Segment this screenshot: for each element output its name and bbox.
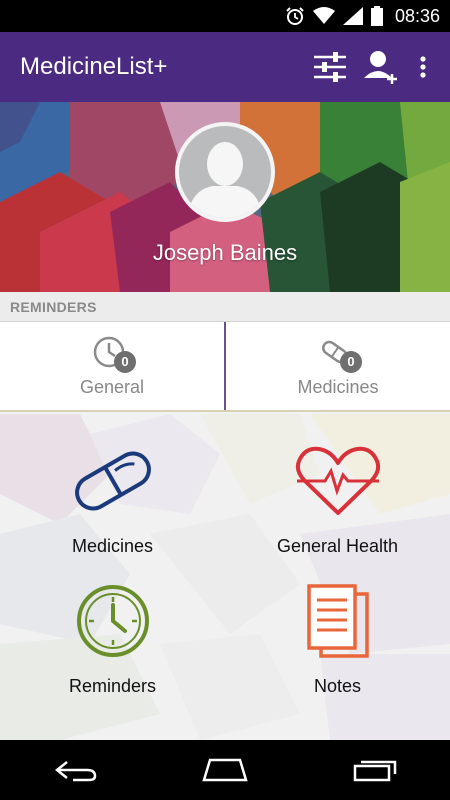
general-count-badge: 0 [114, 350, 136, 373]
notes-icon [295, 578, 381, 664]
reminders-header-label: REMINDERS [10, 298, 97, 315]
profile-banner: Joseph Baines [0, 102, 450, 292]
add-person-button[interactable] [356, 41, 408, 93]
avatar[interactable] [175, 122, 275, 222]
medicine-reminders-card[interactable]: 0 Medicines [226, 322, 450, 410]
back-button[interactable] [35, 745, 115, 795]
medicines-tile-label: Medicines [71, 536, 154, 556]
filter-settings-icon [314, 52, 346, 82]
general-reminders-card[interactable]: 0 General [0, 322, 226, 410]
clock-icon [70, 578, 156, 664]
pill-icon: 0 [318, 335, 362, 373]
status-bar: 08:36 [0, 0, 450, 32]
medicines-tile[interactable]: Medicines [0, 438, 225, 557]
reminders-section-header: REMINDERS [0, 292, 450, 322]
alarm-icon [285, 6, 305, 26]
user-name: Joseph Baines [152, 240, 298, 265]
wifi-icon [312, 7, 335, 25]
app-bar: MedicineList+ [0, 32, 450, 102]
app-actions [304, 32, 450, 102]
more-vert-icon [420, 56, 426, 78]
medicine-reminders-label: Medicines [297, 376, 379, 397]
system-nav-bar [0, 740, 450, 800]
more-options-button[interactable] [408, 41, 438, 93]
signal-icon [342, 7, 363, 25]
notes-tile[interactable]: Notes [225, 578, 450, 697]
general-reminders-label: General [79, 376, 145, 397]
home-button[interactable] [185, 745, 265, 795]
back-icon [54, 761, 97, 782]
capsule-icon [70, 438, 156, 524]
medicines-count-badge: 0 [340, 350, 362, 373]
general-health-tile[interactable]: General Health [225, 438, 450, 557]
reminders-tile-label: Reminders [68, 676, 157, 696]
filter-settings-button[interactable] [304, 41, 356, 93]
general-health-tile-label: General Health [276, 536, 399, 556]
clock-time: 08:36 [394, 5, 440, 26]
recent-apps-icon [353, 760, 397, 782]
reminder-cards: 0 General 0 Medicines [0, 322, 450, 412]
clock-icon: 0 [92, 335, 136, 373]
battery-icon [370, 6, 383, 26]
add-person-icon [364, 51, 397, 84]
recent-apps-button[interactable] [335, 745, 415, 795]
app-title: MedicineList+ [20, 53, 168, 80]
home-icon [202, 758, 248, 782]
heart-pulse-icon [295, 438, 381, 524]
reminders-tile[interactable]: Reminders [0, 578, 225, 697]
feature-grid: Medicines General Health Reminders Notes [0, 414, 450, 740]
notes-tile-label: Notes [313, 676, 362, 696]
